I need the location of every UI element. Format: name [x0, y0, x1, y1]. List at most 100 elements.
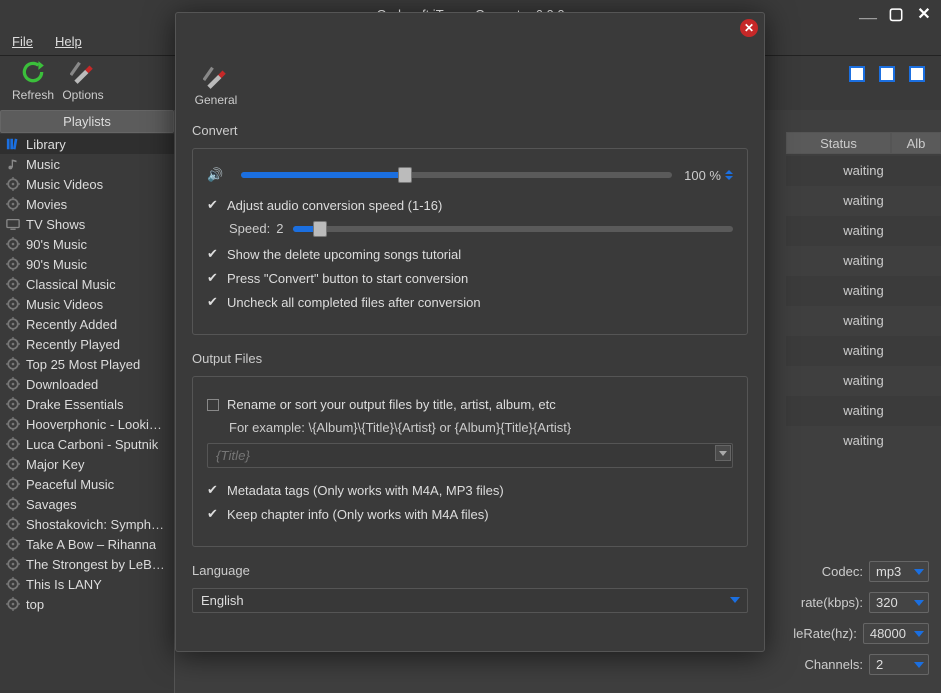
playlist-icon: [6, 457, 20, 471]
tab-general[interactable]: General: [188, 63, 244, 107]
section-output: Rename or sort your output files by titl…: [192, 376, 748, 547]
playlist-icon: [6, 597, 20, 611]
codec-select[interactable]: mp3: [869, 561, 929, 582]
sidebar-item-22[interactable]: This Is LANY: [0, 574, 174, 594]
volume-icon: 🔊: [207, 167, 231, 183]
language-select[interactable]: English: [192, 588, 748, 613]
check-icon: ✔: [207, 506, 219, 522]
volume-thumb[interactable]: [398, 167, 412, 183]
sidebar-item-16[interactable]: Major Key: [0, 454, 174, 474]
sidebar-item-6[interactable]: 90's Music: [0, 254, 174, 274]
sidebar-item-4[interactable]: TV Shows: [0, 214, 174, 234]
playlist-icon: [6, 277, 20, 291]
playlist-label: Movies: [26, 197, 67, 212]
sidebar-item-23[interactable]: top: [0, 594, 174, 614]
sidebar-item-0[interactable]: Library: [0, 134, 174, 154]
checkbox-chapter[interactable]: ✔ Keep chapter info (Only works with M4A…: [207, 506, 733, 522]
checkbox-rename[interactable]: Rename or sort your output files by titl…: [207, 397, 733, 412]
menu-file[interactable]: File: [12, 34, 33, 49]
sidebar-item-18[interactable]: Savages: [0, 494, 174, 514]
playlist-icon: [6, 297, 20, 311]
toggle-check-3[interactable]: [909, 66, 925, 82]
check-icon: ✔: [207, 246, 219, 262]
sidebar-item-17[interactable]: Peaceful Music: [0, 474, 174, 494]
playlist-label: Classical Music: [26, 277, 116, 292]
sidebar-item-14[interactable]: Hooverphonic - Looking f: [0, 414, 174, 434]
check-icon: ✔: [207, 482, 219, 498]
samplerate-select[interactable]: 48000: [863, 623, 929, 644]
toggle-check-2[interactable]: [879, 66, 895, 82]
playlist-label: Hooverphonic - Looking f: [26, 417, 168, 432]
sidebar: Playlists LibraryMusicMusic VideosMovies…: [0, 110, 175, 693]
close-button[interactable]: ✕: [915, 4, 933, 24]
sidebar-item-20[interactable]: Take A Bow – Rihanna: [0, 534, 174, 554]
sidebar-item-11[interactable]: Top 25 Most Played: [0, 354, 174, 374]
toggle-check-1[interactable]: [849, 66, 865, 82]
playlist-icon: [6, 237, 20, 251]
sidebar-item-21[interactable]: The Strongest by LeBron J: [0, 554, 174, 574]
checkbox-adjust-speed[interactable]: ✔ Adjust audio conversion speed (1-16): [207, 197, 733, 213]
checkbox-press-convert[interactable]: ✔ Press "Convert" button to start conver…: [207, 270, 733, 286]
playlist-icon: [6, 517, 20, 531]
sidebar-item-10[interactable]: Recently Played: [0, 334, 174, 354]
sidebar-item-2[interactable]: Music Videos: [0, 174, 174, 194]
chevron-down-icon: [914, 569, 924, 575]
check-icon: ✔: [207, 270, 219, 286]
playlist-icon: [6, 437, 20, 451]
checkbox-uncheck-completed[interactable]: ✔ Uncheck all completed files after conv…: [207, 294, 733, 310]
sidebar-item-1[interactable]: Music: [0, 154, 174, 174]
playlist-label: This Is LANY: [26, 577, 102, 592]
playlist-icon: [6, 317, 20, 331]
menu-help[interactable]: Help: [55, 34, 82, 49]
playlist-icon: [6, 497, 20, 511]
sidebar-item-9[interactable]: Recently Added: [0, 314, 174, 334]
playlist-label: Music Videos: [26, 297, 103, 312]
sidebar-item-13[interactable]: Drake Essentials: [0, 394, 174, 414]
bitrate-label: rate(kbps):: [801, 595, 863, 610]
check-icon: ✔: [207, 294, 219, 310]
playlist-label: 90's Music: [26, 257, 87, 272]
rename-example: For example: \{Album}\{Title}\{Artist} o…: [229, 420, 733, 435]
checkbox-metadata[interactable]: ✔ Metadata tags (Only works with M4A, MP…: [207, 482, 733, 498]
sidebar-item-5[interactable]: 90's Music: [0, 234, 174, 254]
checkbox-show-tutorial[interactable]: ✔ Show the delete upcoming songs tutoria…: [207, 246, 733, 262]
maximize-button[interactable]: ▢: [887, 4, 905, 24]
minimize-button[interactable]: __: [859, 4, 877, 24]
sidebar-item-15[interactable]: Luca Carboni - Sputnik: [0, 434, 174, 454]
options-button[interactable]: Options: [58, 58, 108, 102]
speed-thumb[interactable]: [313, 221, 327, 237]
refresh-button[interactable]: Refresh: [8, 58, 58, 102]
tab-general-label: General: [195, 93, 238, 107]
column-status[interactable]: Status: [786, 132, 891, 154]
codec-label: Codec:: [822, 564, 863, 579]
playlist-label: Major Key: [26, 457, 85, 472]
playlist-list: LibraryMusicMusic VideosMoviesTV Shows90…: [0, 134, 174, 693]
section-convert: 🔊 100 % ✔ Adjust audio conversion speed …: [192, 148, 748, 335]
playlist-label: Take A Bow – Rihanna: [26, 537, 156, 552]
samplerate-label: leRate(hz):: [793, 626, 857, 641]
table-row-status: waiting: [786, 426, 941, 456]
dialog-close-button[interactable]: ✕: [740, 19, 758, 37]
playlist-label: Luca Carboni - Sputnik: [26, 437, 158, 452]
sidebar-item-3[interactable]: Movies: [0, 194, 174, 214]
filename-dropdown-button[interactable]: [715, 445, 731, 461]
channels-select[interactable]: 2: [869, 654, 929, 675]
playlist-icon: [6, 217, 20, 231]
volume-slider[interactable]: [241, 172, 672, 178]
playlist-icon: [6, 357, 20, 371]
playlists-header: Playlists: [0, 110, 174, 133]
column-album[interactable]: Alb: [891, 132, 941, 154]
speed-slider[interactable]: [293, 226, 733, 232]
sidebar-item-8[interactable]: Music Videos: [0, 294, 174, 314]
table-row-status: waiting: [786, 246, 941, 276]
sidebar-item-12[interactable]: Downloaded: [0, 374, 174, 394]
table-row-status: waiting: [786, 156, 941, 186]
sidebar-item-19[interactable]: Shostakovich: Symphony: [0, 514, 174, 534]
filename-format-input[interactable]: [207, 443, 733, 468]
bitrate-select[interactable]: 320: [869, 592, 929, 613]
sidebar-item-7[interactable]: Classical Music: [0, 274, 174, 294]
volume-spinner[interactable]: [725, 170, 733, 180]
playlist-label: Recently Added: [26, 317, 117, 332]
options-label: Options: [62, 88, 103, 102]
chevron-down-icon: [725, 176, 733, 180]
